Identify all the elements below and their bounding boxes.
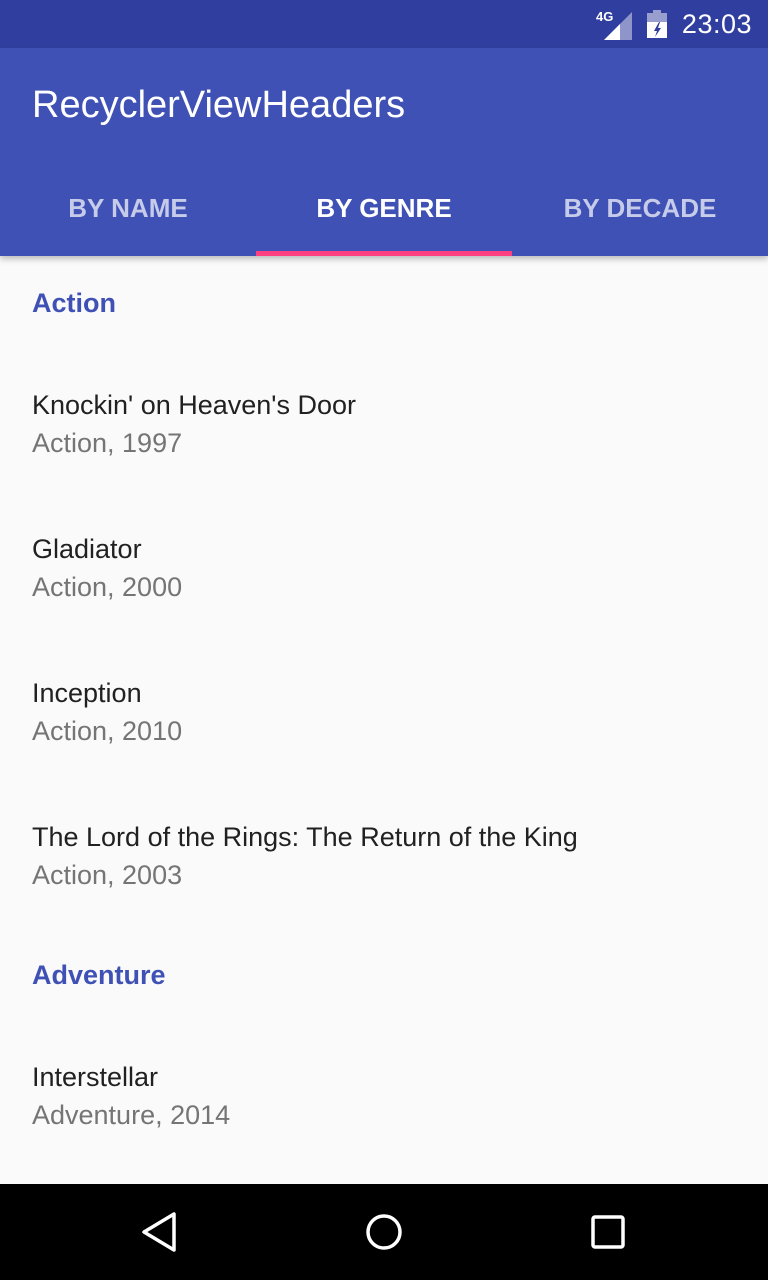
tab-by-decade[interactable]: BY DECADE xyxy=(512,160,768,256)
list-item[interactable]: Interstellar Adventure, 2014 xyxy=(0,1024,768,1168)
battery-icon xyxy=(647,10,667,38)
tab-bar: BY NAME BY GENRE BY DECADE xyxy=(0,160,768,256)
tab-by-genre[interactable]: BY GENRE xyxy=(256,160,512,256)
app-title: RecyclerViewHeaders xyxy=(32,84,406,126)
list-item[interactable]: Knockin' on Heaven's Door Action, 1997 xyxy=(0,352,768,496)
movie-genre-year: Action, 2010 xyxy=(32,716,183,746)
tab-indicator xyxy=(256,251,512,256)
list-item[interactable]: The Lord of the Rings: The Return of the… xyxy=(0,784,768,928)
recents-icon[interactable] xyxy=(584,1208,632,1256)
movie-genre-year: Action, 1997 xyxy=(32,428,183,458)
movie-list[interactable]: Action Knockin' on Heaven's Door Action,… xyxy=(0,256,768,1184)
movie-genre-year: Adventure, 2014 xyxy=(32,1100,231,1130)
network-type-label: 4G xyxy=(596,9,614,24)
clock: 23:03 xyxy=(681,9,752,39)
movie-genre-year: Action, 2000 xyxy=(32,572,183,602)
tab-label: BY NAME xyxy=(68,192,188,223)
movie-title: The Lord of the Rings: The Return of the… xyxy=(32,822,578,852)
tab-label: BY DECADE xyxy=(563,192,717,223)
section-header-action: Action xyxy=(32,287,116,318)
home-icon[interactable] xyxy=(360,1208,408,1256)
movie-title: Inception xyxy=(32,678,142,708)
movie-genre-year: Action, 2003 xyxy=(32,860,183,890)
app-bar: RecyclerViewHeaders BY NAME BY GENRE BY … xyxy=(0,48,768,256)
navigation-bar xyxy=(0,1184,768,1280)
movie-title: Interstellar xyxy=(32,1062,159,1092)
tab-label: BY GENRE xyxy=(316,192,452,223)
back-icon[interactable] xyxy=(136,1208,184,1256)
list-item[interactable]: Gladiator Action, 2000 xyxy=(0,496,768,640)
movie-title: Gladiator xyxy=(32,534,142,564)
list-item[interactable]: Inception Action, 2010 xyxy=(0,640,768,784)
section-header-adventure: Adventure xyxy=(32,959,166,990)
movie-title: Knockin' on Heaven's Door xyxy=(32,390,356,420)
status-bar: 4G 23:03 xyxy=(0,0,768,48)
tab-by-name[interactable]: BY NAME xyxy=(0,160,256,256)
